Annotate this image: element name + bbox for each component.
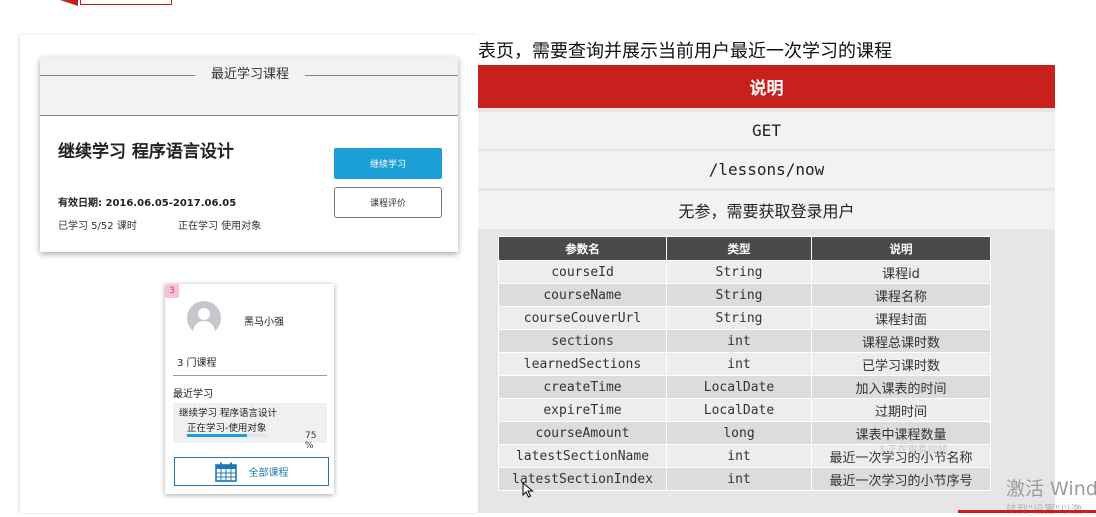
param-type: LocalDate	[666, 375, 812, 399]
param-name: sections	[498, 329, 667, 353]
params-note: 无参，需要获取登录用户	[478, 191, 1055, 229]
calendar-icon	[214, 462, 237, 482]
course-count: 3 门课程	[177, 358, 217, 369]
course-review-button[interactable]: 课程评价	[334, 187, 442, 218]
activate-windows-watermark: 激活 Wind	[1006, 478, 1096, 500]
param-type: String	[666, 260, 812, 284]
divider	[173, 375, 327, 376]
param-name: courseName	[498, 283, 667, 307]
table-row: courseCouverUrl String 课程封面	[498, 306, 991, 330]
param-type: int	[666, 467, 812, 491]
course-name: 继续学习 程序语言设计	[58, 142, 234, 162]
table-row: expireTime LocalDate 过期时间	[498, 398, 991, 422]
table-row: latestSectionIndex int 最近一次学习的小节序号	[498, 467, 991, 491]
request-path: /lessons/now	[478, 151, 1055, 188]
param-name: expireTime	[498, 398, 667, 422]
param-desc: 最近一次学习的小节序号	[811, 467, 991, 491]
param-name: learnedSections	[498, 352, 667, 376]
param-desc: 过期时间	[811, 398, 991, 422]
recent-course-name: 继续学习 程序语言设计	[179, 408, 278, 419]
learned-progress: 已学习 5/52 课时	[58, 221, 137, 232]
param-name: courseId	[498, 260, 667, 284]
continue-learning-button[interactable]: 继续学习	[334, 148, 442, 179]
column-header: 参数名	[498, 236, 667, 261]
all-courses-button[interactable]: 全部课程	[174, 457, 329, 486]
param-desc: 课程封面	[811, 306, 991, 330]
valid-date: 有效日期: 2016.06.05-2017.06.05	[58, 198, 237, 209]
column-header: 说明	[811, 236, 991, 261]
param-desc: 课程名称	[811, 283, 991, 307]
param-type: LocalDate	[666, 398, 812, 422]
user-name: 黑马小强	[244, 317, 284, 328]
progress-bar-fill	[187, 434, 247, 437]
viewer-note: 3 正在观看视频	[878, 445, 948, 456]
param-desc: 课程总课时数	[811, 329, 991, 353]
column-header: 类型	[666, 236, 812, 261]
param-name: courseAmount	[498, 421, 667, 445]
mouse-cursor-icon	[522, 482, 534, 498]
table-row: learnedSections int 已学习课时数	[498, 352, 991, 376]
param-name: courseCouverUrl	[498, 306, 667, 330]
param-name: createTime	[498, 375, 667, 399]
progress-percent: 75 %	[305, 431, 319, 451]
param-type: int	[666, 444, 812, 468]
activate-windows-sub: 转到"设置"以激	[1006, 501, 1082, 517]
section-heading: 表页，需要查询并展示当前用户最近一次学习的课程	[478, 41, 892, 62]
user-avatar-icon	[187, 301, 221, 335]
param-type: int	[666, 352, 812, 376]
param-desc: 课程id	[811, 260, 991, 284]
learning-status: 正在学习 使用对象	[178, 221, 262, 232]
table-row: courseName String 课程名称	[498, 283, 991, 307]
card-title: 最近学习课程	[195, 65, 305, 85]
progress-bar	[187, 434, 267, 437]
table-header-row: 参数名 类型 说明	[498, 236, 991, 261]
param-name: latestSectionName	[498, 444, 667, 468]
table-row: courseId String 课程id	[498, 260, 991, 284]
recent-course-card: 最近学习课程 继续学习 程序语言设计 有效日期: 2016.06.05-2017…	[40, 57, 458, 252]
count-badge: 3	[165, 284, 179, 298]
red-tab-decoration	[60, 0, 172, 6]
table-row: sections int 课程总课时数	[498, 329, 991, 353]
progress-value: 75	[305, 431, 317, 441]
user-summary-card: 3 黑马小强 3 门课程 最近学习 继续学习 程序语言设计 正在学习-使用对象 …	[165, 284, 334, 494]
param-type: long	[666, 421, 812, 445]
all-courses-label: 全部课程	[248, 468, 289, 479]
param-desc: 已学习课时数	[811, 352, 991, 376]
param-type: int	[666, 329, 812, 353]
param-desc: 加入课表的时间	[811, 375, 991, 399]
http-method: GET	[478, 112, 1055, 149]
recent-course-status: 正在学习-使用对象	[187, 423, 267, 434]
recent-learning-label: 最近学习	[173, 389, 213, 400]
param-type: String	[666, 283, 812, 307]
param-type: String	[666, 306, 812, 330]
spec-header: 说明	[478, 65, 1055, 108]
progress-unit: %	[305, 441, 314, 451]
table-row: createTime LocalDate 加入课表的时间	[498, 375, 991, 399]
